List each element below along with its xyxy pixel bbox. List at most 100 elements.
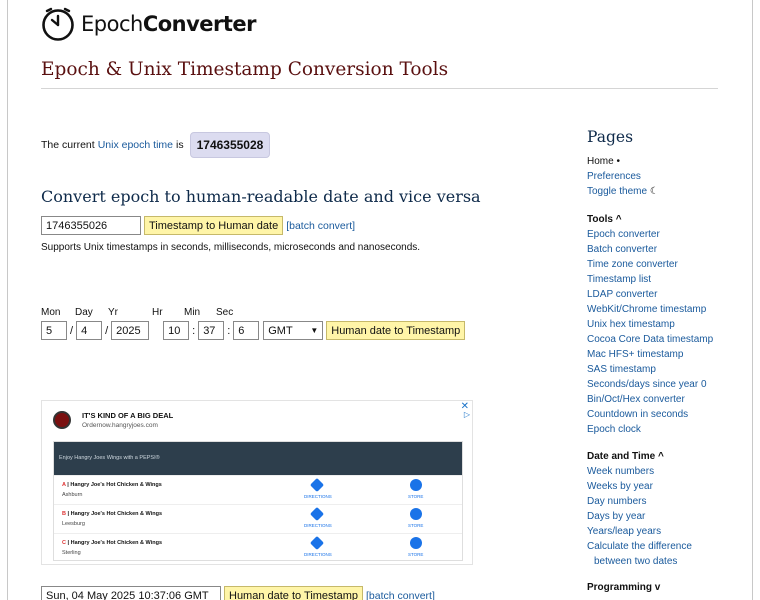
sidebar-item-unix-hex-timestamp[interactable]: Unix hex timestamp xyxy=(587,317,713,332)
page-border-left xyxy=(7,0,8,600)
store-label[interactable]: STORE xyxy=(408,552,423,557)
minute-input[interactable] xyxy=(198,321,225,340)
batch-convert-link-2[interactable]: [batch convert] xyxy=(366,590,435,600)
ad-location-letter: B xyxy=(62,511,66,517)
logo-text-converter: Converter xyxy=(142,12,257,36)
second-input[interactable] xyxy=(233,321,260,340)
directions-icon[interactable] xyxy=(309,535,325,551)
sidebar-item-epoch-converter[interactable]: Epoch converter xyxy=(587,227,713,242)
sidebar-item-days-by-year[interactable]: Days by year xyxy=(587,509,692,524)
epoch-input[interactable] xyxy=(41,216,141,235)
sidebar-item-epoch-clock[interactable]: Epoch clock xyxy=(587,422,713,437)
label-mon: Mon xyxy=(41,307,61,318)
time-separator: : xyxy=(227,324,231,337)
date-separator: / xyxy=(105,324,109,337)
sidebar-item-sas-timestamp[interactable]: SAS timestamp xyxy=(587,362,713,377)
logo-text-epoch: Epoch xyxy=(81,12,143,36)
sidebar-pages: Home • Preferences Toggle theme ☾ xyxy=(587,154,659,199)
sidebar-programming: Programming v xyxy=(587,580,660,595)
sidebar-item-timestamp-list[interactable]: Timestamp list xyxy=(587,272,713,287)
sidebar-item-week-numbers[interactable]: Week numbers xyxy=(587,464,692,479)
ad-location-city: Sterling xyxy=(62,550,81,556)
sidebar-item-bin-oct-hex[interactable]: Bin/Oct/Hex converter xyxy=(587,392,713,407)
sidebar-item-toggle-theme[interactable]: Toggle theme ☾ xyxy=(587,184,659,199)
current-epoch-line: The current Unix epoch time is 174635502… xyxy=(41,132,271,158)
directions-icon[interactable] xyxy=(309,477,325,493)
sidebar-section-date-time[interactable]: Date and Time ^ xyxy=(587,449,692,464)
sidebar-item-time-zone-converter[interactable]: Time zone converter xyxy=(587,257,713,272)
human-date-input[interactable] xyxy=(41,586,221,600)
ad-location-name: A | Hangry Joe's Hot Chicken & Wings xyxy=(62,482,162,488)
human-to-epoch-form: / / : : GMT ▼ Human date to Timestamp xyxy=(41,321,466,340)
timestamp-to-human-button[interactable]: Timestamp to Human date xyxy=(144,216,284,235)
sidebar-item-preferences[interactable]: Preferences xyxy=(587,169,659,184)
batch-convert-link[interactable]: [batch convert] xyxy=(286,220,355,232)
directions-label[interactable]: DIRECTIONS xyxy=(304,523,332,528)
ad-url: Ordernow.hangryjoes.com xyxy=(82,422,158,429)
store-icon[interactable] xyxy=(410,479,422,491)
ad-location-row: C | Hangry Joe's Hot Chicken & Wings Ste… xyxy=(54,533,462,562)
store-icon[interactable] xyxy=(410,537,422,549)
store-label[interactable]: STORE xyxy=(408,494,423,499)
hour-input[interactable] xyxy=(163,321,190,340)
sidebar-item-seconds-days-year0[interactable]: Seconds/days since year 0 xyxy=(587,377,713,392)
ad-headline: IT'S KIND OF A BIG DEAL xyxy=(82,411,174,420)
current-page-bullet: • xyxy=(616,156,620,167)
store-icon[interactable] xyxy=(410,508,422,520)
ad-location-city: Leesburg xyxy=(62,521,85,527)
sidebar-date-time: Date and Time ^ Week numbers Weeks by ye… xyxy=(587,449,692,569)
label-sec: Sec xyxy=(216,307,234,318)
label-hr: Hr xyxy=(152,307,163,318)
sidebar-item-weeks-by-year[interactable]: Weeks by year xyxy=(587,479,692,494)
directions-icon[interactable] xyxy=(309,506,325,522)
site-logo[interactable]: EpochConverter xyxy=(41,6,257,42)
sidebar-item-date-difference[interactable]: Calculate the difference xyxy=(587,539,692,554)
page-title: Epoch & Unix Timestamp Conversion Tools xyxy=(41,59,449,80)
sidebar-item-date-difference-cont[interactable]: between two dates xyxy=(587,554,692,569)
sidebar-tools: Tools ^ Epoch converter Batch converter … xyxy=(587,212,713,437)
human-date-to-timestamp-button[interactable]: Human date to Timestamp xyxy=(224,586,364,600)
ad-location-city: Ashburn xyxy=(62,492,83,498)
date-time-label: Date and Time xyxy=(587,451,656,462)
directions-label[interactable]: DIRECTIONS xyxy=(304,552,332,557)
ad-location-letter: C xyxy=(62,540,66,546)
chevron-up-icon: ^ xyxy=(657,451,664,462)
title-divider xyxy=(41,88,718,89)
timezone-select[interactable]: GMT ▼ xyxy=(263,321,324,340)
sidebar-section-programming[interactable]: Programming v xyxy=(587,580,660,595)
store-label[interactable]: STORE xyxy=(408,523,423,528)
clock-icon xyxy=(42,7,74,41)
label-min: Min xyxy=(184,307,201,318)
ad-location-row: A | Hangry Joe's Hot Chicken & Wings Ash… xyxy=(54,475,462,504)
sidebar-item-leap-years[interactable]: Years/leap years xyxy=(587,524,692,539)
page-border-right xyxy=(752,0,753,600)
ad-location-name: C | Hangry Joe's Hot Chicken & Wings xyxy=(62,540,163,546)
label-day: Day xyxy=(75,307,93,318)
chevron-up-icon: ^ xyxy=(615,214,622,225)
day-input[interactable] xyxy=(76,321,103,340)
sidebar-item-cocoa-timestamp[interactable]: Cocoa Core Data timestamp xyxy=(587,332,713,347)
sidebar-item-countdown[interactable]: Countdown in seconds xyxy=(587,407,713,422)
sidebar-item-day-numbers[interactable]: Day numbers xyxy=(587,494,692,509)
sidebar-section-tools[interactable]: Tools ^ xyxy=(587,212,713,227)
directions-label[interactable]: DIRECTIONS xyxy=(304,494,332,499)
unix-epoch-link[interactable]: Unix epoch time xyxy=(98,139,173,151)
chevron-down-icon: v xyxy=(654,582,661,593)
year-input[interactable] xyxy=(111,321,150,340)
ad-location-letter: A xyxy=(62,482,66,488)
sidebar-item-batch-converter[interactable]: Batch converter xyxy=(587,242,713,257)
tools-label: Tools xyxy=(587,214,613,225)
ad-location-name: B | Hangry Joe's Hot Chicken & Wings xyxy=(62,511,163,517)
sidebar-item-home[interactable]: Home • xyxy=(587,154,659,169)
sidebar-item-mac-hfs-timestamp[interactable]: Mac HFS+ timestamp xyxy=(587,347,713,362)
month-input[interactable] xyxy=(41,321,67,340)
ad-card: Enjoy Hangry Joes Wings with a PEPSI® A … xyxy=(53,441,463,561)
human-to-timestamp-button[interactable]: Human date to Timestamp xyxy=(326,321,466,340)
date-separator: / xyxy=(70,324,74,337)
ad-choices-icon[interactable]: ▷ xyxy=(464,410,470,419)
sidebar-item-ldap-converter[interactable]: LDAP converter xyxy=(587,287,713,302)
advertisement[interactable]: ✕ ▷ IT'S KIND OF A BIG DEAL Ordernow.han… xyxy=(41,400,473,565)
dropdown-arrow-icon: ▼ xyxy=(310,326,319,335)
sidebar-item-webkit-timestamp[interactable]: WebKit/Chrome timestamp xyxy=(587,302,713,317)
label-yr: Yr xyxy=(108,307,118,318)
